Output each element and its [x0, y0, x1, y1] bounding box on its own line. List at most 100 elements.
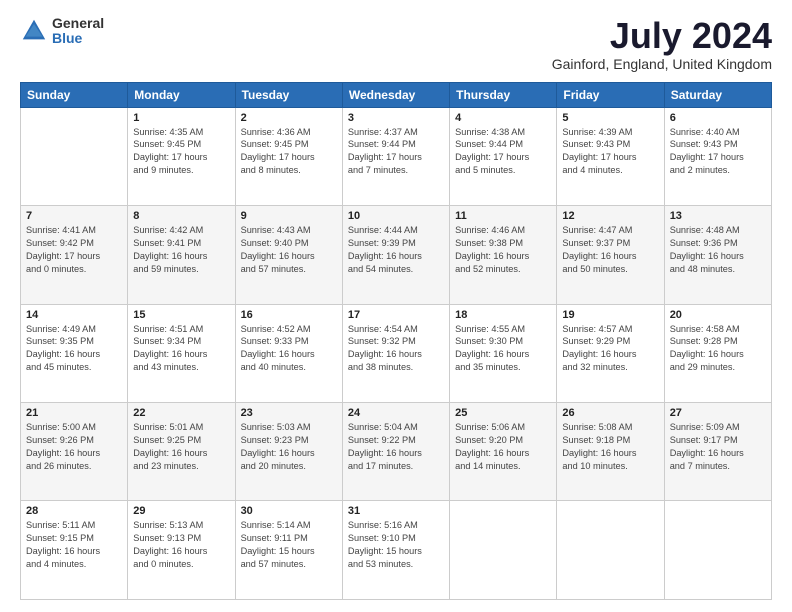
day-cell: 21 Sunrise: 5:00 AM Sunset: 9:26 PM Dayli…: [21, 403, 128, 501]
day-info: Sunrise: 5:11 AM Sunset: 9:15 PM Dayligh…: [26, 519, 122, 571]
logo-general-text: General: [52, 16, 104, 31]
day-cell: 22Sunrise: 5:01 AM Sunset: 9:25 PM Dayli…: [128, 403, 235, 501]
day-number: 27: [670, 407, 766, 419]
day-info: Sunrise: 4:38 AM Sunset: 9:44 PM Dayligh…: [455, 126, 551, 178]
day-cell: 30Sunrise: 5:14 AM Sunset: 9:11 PM Dayli…: [235, 501, 342, 600]
day-number: 3: [348, 112, 444, 124]
day-cell: 13 Sunrise: 4:48 AM Sunset: 9:36 PM Dayli…: [664, 206, 771, 304]
day-number: 23: [241, 407, 337, 419]
day-info: Sunrise: 5:04 AM Sunset: 9:22 PM Dayligh…: [348, 421, 444, 473]
day-number: 20: [670, 309, 766, 321]
day-number: 13: [670, 210, 766, 222]
day-number: 19: [562, 309, 658, 321]
day-cell: [664, 501, 771, 600]
page: General Blue July 2024 Gainford, England…: [0, 0, 792, 612]
day-info: Sunrise: 4:48 AM Sunset: 9:36 PM Dayligh…: [670, 224, 766, 276]
day-number: 25: [455, 407, 551, 419]
col-thursday: Thursday: [450, 82, 557, 107]
day-cell: 28Sunrise: 5:11 AM Sunset: 9:15 PM Dayli…: [21, 501, 128, 600]
day-number: 16: [241, 309, 337, 321]
day-info: Sunrise: 4:39 AM Sunset: 9:43 PM Dayligh…: [562, 126, 658, 178]
day-cell: 2 Sunrise: 4:36 AM Sunset: 9:45 PM Daylig…: [235, 107, 342, 205]
day-number: 8: [133, 210, 229, 222]
col-friday: Friday: [557, 82, 664, 107]
day-number: 26: [562, 407, 658, 419]
day-number: 15: [133, 309, 229, 321]
day-number: 31: [348, 505, 444, 517]
col-sunday: Sunday: [21, 82, 128, 107]
day-cell: 24 Sunrise: 5:04 AM Sunset: 9:22 PM Dayli…: [342, 403, 449, 501]
week-row-4: 21 Sunrise: 5:00 AM Sunset: 9:26 PM Dayli…: [21, 403, 772, 501]
day-cell: 11 Sunrise: 4:46 AM Sunset: 9:38 PM Dayli…: [450, 206, 557, 304]
week-row-1: 1 Sunrise: 4:35 AM Sunset: 9:45 PM Daylig…: [21, 107, 772, 205]
day-cell: 19 Sunrise: 4:57 AM Sunset: 9:29 PM Dayli…: [557, 304, 664, 402]
day-info: Sunrise: 4:52 AM Sunset: 9:33 PM Dayligh…: [241, 323, 337, 375]
day-cell: 8Sunrise: 4:42 AM Sunset: 9:41 PM Daylig…: [128, 206, 235, 304]
day-cell: 5 Sunrise: 4:39 AM Sunset: 9:43 PM Daylig…: [557, 107, 664, 205]
day-info: Sunrise: 4:37 AM Sunset: 9:44 PM Dayligh…: [348, 126, 444, 178]
day-info: Sunrise: 5:14 AM Sunset: 9:11 PM Dayligh…: [241, 519, 337, 571]
day-info: Sunrise: 4:35 AM Sunset: 9:45 PM Dayligh…: [133, 126, 229, 178]
day-info: Sunrise: 4:55 AM Sunset: 9:30 PM Dayligh…: [455, 323, 551, 375]
day-number: 22: [133, 407, 229, 419]
day-number: 12: [562, 210, 658, 222]
header-row: Sunday Monday Tuesday Wednesday Thursday…: [21, 82, 772, 107]
day-number: 7: [26, 210, 122, 222]
calendar-header: Sunday Monday Tuesday Wednesday Thursday…: [21, 82, 772, 107]
day-info: Sunrise: 5:00 AM Sunset: 9:26 PM Dayligh…: [26, 421, 122, 473]
subtitle: Gainford, England, United Kingdom: [552, 56, 772, 72]
day-number: 14: [26, 309, 122, 321]
day-cell: 15 Sunrise: 4:51 AM Sunset: 9:34 PM Dayli…: [128, 304, 235, 402]
day-number: 24: [348, 407, 444, 419]
title-section: July 2024 Gainford, England, United King…: [552, 16, 772, 72]
logo-blue-text: Blue: [52, 31, 104, 46]
day-cell: 3 Sunrise: 4:37 AM Sunset: 9:44 PM Daylig…: [342, 107, 449, 205]
day-info: Sunrise: 5:09 AM Sunset: 9:17 PM Dayligh…: [670, 421, 766, 473]
header: General Blue July 2024 Gainford, England…: [20, 16, 772, 72]
day-info: Sunrise: 5:08 AM Sunset: 9:18 PM Dayligh…: [562, 421, 658, 473]
logo: General Blue: [20, 16, 104, 47]
day-number: 21: [26, 407, 122, 419]
main-title: July 2024: [552, 16, 772, 56]
day-number: 5: [562, 112, 658, 124]
logo-icon: [20, 17, 48, 45]
day-info: Sunrise: 4:36 AM Sunset: 9:45 PM Dayligh…: [241, 126, 337, 178]
col-monday: Monday: [128, 82, 235, 107]
day-number: 4: [455, 112, 551, 124]
day-cell: 25 Sunrise: 5:06 AM Sunset: 9:20 PM Dayli…: [450, 403, 557, 501]
day-cell: 4 Sunrise: 4:38 AM Sunset: 9:44 PM Daylig…: [450, 107, 557, 205]
day-cell: 9 Sunrise: 4:43 AM Sunset: 9:40 PM Daylig…: [235, 206, 342, 304]
day-cell: 23Sunrise: 5:03 AM Sunset: 9:23 PM Dayli…: [235, 403, 342, 501]
day-number: 9: [241, 210, 337, 222]
day-cell: 31 Sunrise: 5:16 AM Sunset: 9:10 PM Dayli…: [342, 501, 449, 600]
day-info: Sunrise: 4:43 AM Sunset: 9:40 PM Dayligh…: [241, 224, 337, 276]
day-number: 6: [670, 112, 766, 124]
day-cell: 17Sunrise: 4:54 AM Sunset: 9:32 PM Dayli…: [342, 304, 449, 402]
day-cell: 6 Sunrise: 4:40 AM Sunset: 9:43 PM Daylig…: [664, 107, 771, 205]
day-cell: [450, 501, 557, 600]
day-info: Sunrise: 4:40 AM Sunset: 9:43 PM Dayligh…: [670, 126, 766, 178]
week-row-3: 14Sunrise: 4:49 AM Sunset: 9:35 PM Dayli…: [21, 304, 772, 402]
day-info: Sunrise: 4:58 AM Sunset: 9:28 PM Dayligh…: [670, 323, 766, 375]
day-number: 29: [133, 505, 229, 517]
day-info: Sunrise: 5:16 AM Sunset: 9:10 PM Dayligh…: [348, 519, 444, 571]
week-row-5: 28Sunrise: 5:11 AM Sunset: 9:15 PM Dayli…: [21, 501, 772, 600]
day-cell: 18Sunrise: 4:55 AM Sunset: 9:30 PM Dayli…: [450, 304, 557, 402]
day-info: Sunrise: 4:44 AM Sunset: 9:39 PM Dayligh…: [348, 224, 444, 276]
day-number: 17: [348, 309, 444, 321]
calendar-body: 1 Sunrise: 4:35 AM Sunset: 9:45 PM Daylig…: [21, 107, 772, 599]
day-cell: 14Sunrise: 4:49 AM Sunset: 9:35 PM Dayli…: [21, 304, 128, 402]
day-cell: 29Sunrise: 5:13 AM Sunset: 9:13 PM Dayli…: [128, 501, 235, 600]
day-number: 11: [455, 210, 551, 222]
day-info: Sunrise: 4:46 AM Sunset: 9:38 PM Dayligh…: [455, 224, 551, 276]
day-info: Sunrise: 4:51 AM Sunset: 9:34 PM Dayligh…: [133, 323, 229, 375]
day-number: 1: [133, 112, 229, 124]
logo-text: General Blue: [52, 16, 104, 47]
day-cell: 1 Sunrise: 4:35 AM Sunset: 9:45 PM Daylig…: [128, 107, 235, 205]
day-cell: 16 Sunrise: 4:52 AM Sunset: 9:33 PM Dayli…: [235, 304, 342, 402]
day-info: Sunrise: 4:57 AM Sunset: 9:29 PM Dayligh…: [562, 323, 658, 375]
day-cell: 12Sunrise: 4:47 AM Sunset: 9:37 PM Dayli…: [557, 206, 664, 304]
day-info: Sunrise: 5:06 AM Sunset: 9:20 PM Dayligh…: [455, 421, 551, 473]
calendar-table: Sunday Monday Tuesday Wednesday Thursday…: [20, 82, 772, 600]
day-number: 2: [241, 112, 337, 124]
